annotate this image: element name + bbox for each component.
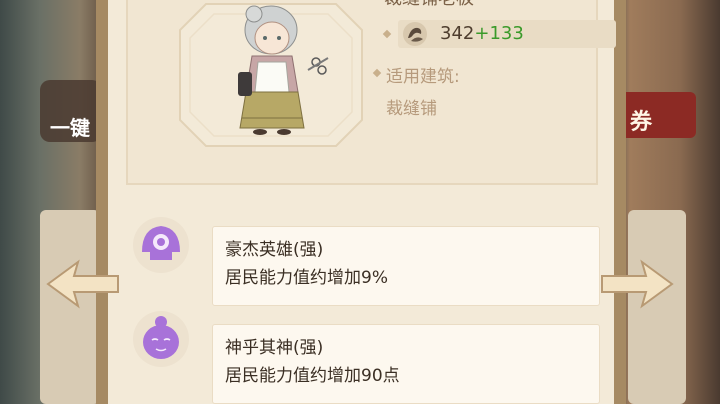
character-header: 裁缝铺老板 342+133 适用建筑: 裁缝铺 — [126, 0, 616, 185]
arrow-right-icon — [601, 259, 674, 309]
one-click-label: 一键 — [50, 116, 90, 140]
bullet-diamond — [382, 29, 392, 39]
trait-description: 居民能力值约增加90点 — [225, 366, 400, 386]
applicable-building-value: 裁缝铺 — [386, 99, 437, 119]
ability-value: 342+133 — [440, 23, 524, 44]
trait-description: 居民能力值约增加9% — [225, 268, 388, 288]
ability-base: 342 — [440, 23, 475, 44]
trait-title: 豪杰英雄(强) — [225, 240, 324, 260]
ticket-label: 券 — [630, 110, 653, 135]
trait-card[interactable]: 神乎其神(强) 居民能力值约增加90点 — [212, 324, 600, 404]
trait-card[interactable]: 豪杰英雄(强) 居民能力值约增加9% — [212, 226, 600, 306]
ability-bonus: +133 — [474, 23, 524, 44]
character-name: 裁缝铺老板 — [384, 0, 474, 10]
next-arrow-button[interactable] — [598, 258, 676, 310]
applicable-building-label: 适用建筑: — [386, 67, 460, 87]
ability-icon — [403, 22, 427, 46]
arrow-left-icon — [46, 259, 119, 309]
hero-helmet-icon — [133, 217, 189, 273]
previous-arrow-button[interactable] — [44, 258, 122, 310]
bullet-diamond — [372, 68, 382, 78]
buddha-face-icon — [133, 311, 189, 367]
character-detail-panel: 裁缝铺老板 342+133 适用建筑: 裁缝铺 豪杰英雄(强) 居民能力值约增加… — [96, 0, 626, 404]
trait-title: 神乎其神(强) — [225, 338, 324, 358]
character-portrait — [176, 0, 366, 150]
